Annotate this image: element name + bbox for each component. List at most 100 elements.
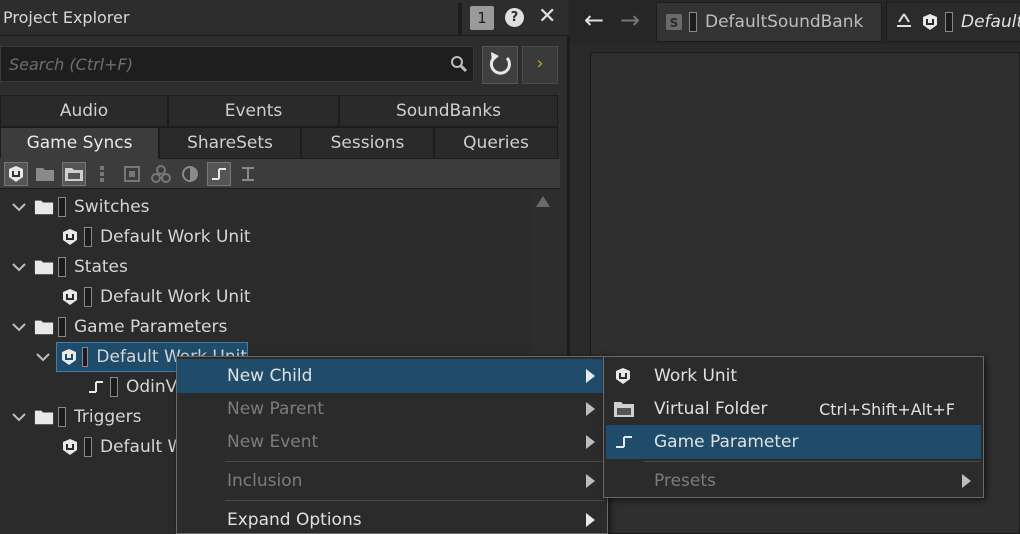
tab-queries[interactable]: Queries [434, 127, 558, 159]
submenu-arrow-icon [586, 402, 595, 416]
folder-icon [34, 407, 54, 427]
menu-item-label: Inclusion [227, 471, 303, 491]
submenu-arrow-icon [962, 474, 971, 488]
menu-item-label: Virtual Folder [654, 399, 768, 419]
document-tab-bar: ← → S DefaultSoundBank Default [570, 0, 1020, 44]
chevron-down-icon[interactable] [34, 348, 52, 366]
menu-item-label: New Child [227, 366, 313, 386]
doc-tab-label: Default [961, 12, 1020, 32]
tree-item-triggers[interactable]: Triggers [10, 402, 142, 432]
color-swatch [945, 12, 953, 32]
game-parameter-icon [616, 436, 632, 448]
menu-separator [225, 461, 605, 462]
tree-item-odin[interactable]: OdinVo [86, 372, 186, 402]
close-icon[interactable]: ✕ [538, 4, 556, 29]
state-filter-icon[interactable] [120, 162, 144, 186]
titlebar-divider [458, 3, 462, 35]
search-input[interactable] [1, 47, 441, 81]
color-swatch [58, 407, 66, 427]
tab-audio[interactable]: Audio [0, 95, 168, 127]
tab-sharesets[interactable]: ShareSets [159, 127, 301, 159]
work-unit-icon [60, 437, 80, 457]
folder-icon [34, 257, 54, 277]
back-arrow-icon[interactable]: ← [584, 6, 604, 34]
tree-item-label: Default Work Unit [100, 227, 251, 247]
submenu-item-work-unit[interactable]: Work Unit [604, 359, 981, 393]
forward-arrow-icon[interactable]: → [620, 6, 640, 34]
menu-separator [225, 500, 605, 501]
tab-events[interactable]: Events [168, 95, 339, 127]
tree-item-states[interactable]: States [10, 252, 128, 282]
submenu-item-game-parameter[interactable]: Game Parameter [606, 425, 981, 459]
submenu-arrow-icon [586, 435, 595, 449]
refresh-button[interactable] [482, 46, 518, 84]
doc-tab-label: DefaultSoundBank [705, 12, 864, 32]
color-swatch [58, 197, 66, 217]
color-swatch [58, 317, 66, 337]
folder-icon [34, 317, 54, 337]
work-unit-icon [60, 347, 78, 367]
search-icon[interactable] [449, 54, 469, 74]
menu-item-inclusion: Inclusion [177, 464, 605, 498]
help-icon[interactable]: ? [505, 8, 524, 27]
scroll-up-arrow-icon[interactable] [536, 196, 550, 207]
virtual-folder-icon [614, 402, 634, 417]
chevron-down-icon[interactable] [10, 258, 28, 276]
submenu-arrow-icon [586, 369, 595, 383]
menu-item-label: Presets [654, 471, 716, 491]
doc-tab-soundbank[interactable]: S DefaultSoundBank [656, 2, 882, 42]
new-child-submenu: Work Unit Virtual Folder Ctrl+Shift+Alt+… [603, 356, 984, 498]
tree-item-game-parameters[interactable]: Game Parameters [10, 312, 227, 342]
chevron-down-icon[interactable] [10, 318, 28, 336]
virtual-folder-filter-icon[interactable] [62, 162, 86, 186]
game-parameter-filter-icon[interactable] [207, 162, 231, 186]
work-unit-icon [616, 368, 630, 384]
color-swatch [58, 257, 66, 277]
menu-item-new-parent: New Parent [177, 392, 605, 426]
color-swatch [84, 287, 92, 307]
tab-row-2: Game Syncs ShareSets Sessions Queries [0, 127, 558, 159]
sync-arrow-button[interactable]: › [522, 46, 558, 84]
trigger-filter-icon[interactable] [236, 162, 260, 186]
work-unit-icon [923, 14, 937, 30]
menu-item-label: Work Unit [654, 366, 738, 386]
submenu-arrow-icon [586, 474, 595, 488]
tab-soundbanks[interactable]: SoundBanks [339, 95, 558, 127]
folder-filter-icon[interactable] [33, 162, 57, 186]
menu-item-new-event: New Event [177, 425, 605, 459]
color-swatch [110, 377, 118, 397]
folder-icon [34, 197, 54, 217]
menu-item-expand-options[interactable]: Expand Options [177, 503, 605, 534]
chevron-down-icon[interactable] [10, 408, 28, 426]
tree-item-triggers-work-unit[interactable]: Default Wo [60, 432, 194, 462]
work-unit-icon [60, 227, 80, 247]
tab-sessions[interactable]: Sessions [301, 127, 434, 159]
menu-item-label: New Event [227, 432, 319, 452]
filter-toolbar [0, 159, 560, 189]
chevron-down-icon[interactable] [10, 198, 28, 216]
tab-row-1: Audio Events SoundBanks [0, 95, 558, 127]
soundbank-icon: S [666, 14, 682, 30]
doc-tab-default[interactable]: Default [886, 2, 1020, 42]
tab-game-syncs[interactable]: Game Syncs [0, 127, 159, 159]
work-unit-filter-icon[interactable] [4, 162, 28, 186]
switch-filter-icon[interactable] [91, 162, 115, 186]
tree-item-switches[interactable]: Switches [10, 192, 150, 222]
instance-number-button[interactable]: 1 [470, 6, 494, 30]
state-group-filter-icon[interactable] [178, 162, 202, 186]
menu-item-label: New Parent [227, 399, 324, 419]
submenu-item-virtual-folder[interactable]: Virtual Folder Ctrl+Shift+Alt+F [604, 392, 981, 426]
svg-text:S: S [670, 16, 679, 30]
tree-item-states-work-unit[interactable]: Default Work Unit [60, 282, 251, 312]
context-menu: New Child New Parent New Event Inclusion… [176, 356, 608, 534]
tree-item-label: Triggers [74, 407, 142, 427]
tree-item-label: Default Work Unit [100, 287, 251, 307]
tree-item-switches-work-unit[interactable]: Default Work Unit [60, 222, 251, 252]
menu-separator [644, 461, 981, 462]
panel-title: Project Explorer [3, 8, 130, 27]
switch-group-filter-icon[interactable] [149, 162, 173, 186]
color-swatch [689, 12, 697, 32]
tree-item-label: States [74, 257, 128, 277]
menu-item-new-child[interactable]: New Child [177, 359, 605, 393]
shortcut-label: Ctrl+Shift+Alt+F [819, 399, 955, 419]
